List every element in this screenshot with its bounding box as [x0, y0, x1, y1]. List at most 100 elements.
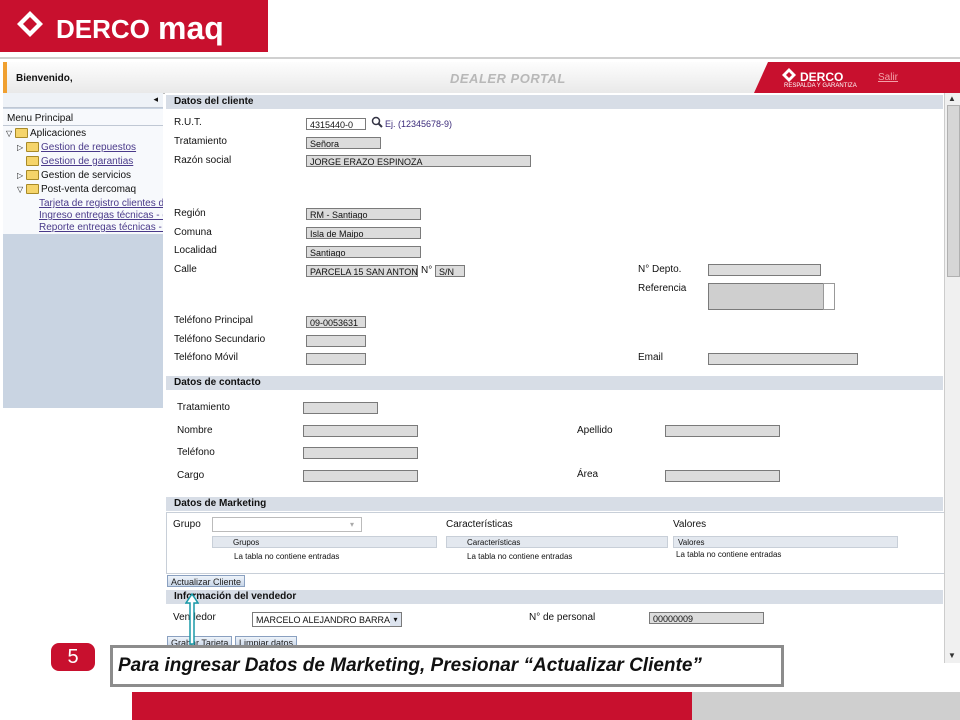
contacto-cargo-field[interactable] [303, 470, 418, 482]
logout-link[interactable]: Salir [878, 72, 898, 83]
sidebar-item-ingreso[interactable]: Ingreso entregas técnicas - d [39, 210, 163, 221]
comuna-field[interactable]: Isla de Maipo [306, 227, 421, 239]
header-accent [3, 62, 7, 93]
rut-hint: Ej. (12345678-9) [385, 119, 453, 129]
region-field[interactable]: RM - Santiago [306, 208, 421, 220]
section-info-vendedor: Información del vendedor [166, 590, 943, 604]
numero-label: N° [421, 265, 433, 276]
scroll-up-icon[interactable]: ▲ [948, 94, 956, 103]
personal-field[interactable]: 00000009 [649, 612, 764, 624]
sidebar-item-garantias[interactable]: Gestion de garantias [26, 156, 133, 167]
numero-field[interactable]: S/N [435, 265, 465, 277]
referencia-textarea[interactable] [708, 283, 824, 310]
email-field[interactable] [708, 353, 858, 365]
contacto-telefono-field[interactable] [303, 447, 418, 459]
valores-label: Valores [673, 519, 707, 530]
section-datos-marketing: Datos de Marketing [166, 497, 943, 511]
search-icon[interactable] [371, 116, 383, 128]
grid-valores-empty: La tabla no contiene entradas [676, 550, 782, 559]
dealer-logo-text: DERCO [800, 70, 844, 84]
vendedor-select[interactable]: MARCELO ALEJANDRO BARRA [252, 612, 402, 627]
grupo-label: Grupo [173, 519, 201, 530]
contacto-tratamiento-label: Tratamiento [177, 402, 230, 413]
collapsed-icon: ▷ [17, 143, 24, 152]
contacto-nombre-field[interactable] [303, 425, 418, 437]
chevron-down-icon[interactable]: ▾ [350, 520, 354, 529]
tel-movil-label: Teléfono Móvil [174, 352, 238, 363]
top-divider [0, 57, 960, 59]
arrow-up-icon [185, 593, 199, 645]
sidebar-item-tarjeta[interactable]: Tarjeta de registro clientes d [39, 198, 163, 209]
contacto-nombre-label: Nombre [177, 425, 213, 436]
localidad-label: Localidad [174, 245, 217, 256]
tel-movil-field[interactable] [306, 353, 366, 365]
contacto-area-label: Área [577, 469, 599, 480]
referencia-scrollbar[interactable] [823, 283, 835, 310]
tratamiento-label: Tratamiento [174, 136, 227, 147]
contacto-telefono-label: Teléfono [177, 447, 215, 458]
folder-icon [15, 128, 28, 139]
personal-label: N° de personal [529, 612, 596, 623]
region-label: Región [174, 208, 206, 219]
main-scrollbar[interactable]: ▲ ▼ [944, 93, 960, 663]
depto-field[interactable] [708, 264, 821, 276]
portal-title: DEALER PORTAL [450, 71, 566, 86]
comuna-label: Comuna [174, 227, 212, 238]
sidebar-item-repuestos[interactable]: ▷ Gestion de repuestos [17, 142, 136, 153]
tratamiento-field[interactable]: Señora [306, 137, 381, 149]
dercomaq-logo: DERCO maq [0, 0, 268, 52]
tel-secundario-field[interactable] [306, 335, 366, 347]
contacto-area-field[interactable] [665, 470, 780, 482]
collapse-icon[interactable]: ◂ [153, 94, 158, 105]
footer-red-bar [132, 692, 692, 720]
actualizar-cliente-button[interactable]: Actualizar Cliente [167, 575, 246, 587]
footer-gray-bar [692, 692, 960, 720]
folder-icon [26, 170, 39, 181]
callout-text: Para ingresar Datos de Marketing, Presio… [118, 655, 702, 676]
sidebar-item-servicios[interactable]: ▷ Gestion de servicios [17, 170, 131, 181]
sidebar-menu: Menu Principal ▽ Aplicaciones ▷ Gestion de… [3, 109, 163, 234]
main-form: Datos del cliente R.U.T. 4315440-0 Ej. (… [165, 93, 945, 663]
calle-field[interactable]: PARCELA 15 SAN ANTONIO [306, 265, 418, 277]
grid-grupos-empty: La tabla no contiene entradas [234, 552, 340, 561]
folder-icon [26, 156, 39, 167]
sidebar-item-aplicaciones[interactable]: ▽ Aplicaciones [6, 128, 86, 139]
razon-social-label: Razón social [174, 155, 232, 166]
folder-icon [26, 184, 39, 195]
rut-input[interactable]: 4315440-0 [306, 118, 366, 130]
step-badge: 5 [51, 643, 95, 671]
welcome-text: Bienvenido, [16, 73, 73, 84]
depto-label: N° Depto. [638, 264, 682, 275]
sidebar-title: Menu Principal [7, 113, 74, 124]
scroll-down-icon[interactable]: ▼ [948, 651, 956, 660]
logo-maq-text: maq [158, 10, 224, 46]
section-datos-contacto: Datos de contacto [166, 376, 943, 390]
localidad-field[interactable]: Santiago [306, 246, 421, 258]
grupo-select[interactable] [212, 517, 362, 532]
contacto-cargo-label: Cargo [177, 470, 205, 481]
contacto-apellido-label: Apellido [577, 425, 613, 436]
grid-caracteristicas-empty: La tabla no contiene entradas [467, 552, 573, 561]
tel-principal-field[interactable]: 09-0053631 [306, 316, 366, 328]
derco-diamond-icon [17, 11, 43, 37]
sidebar-topbar: ◂ [3, 93, 163, 108]
grid-valores-header: Valores [673, 536, 898, 548]
sidebar-item-postventa[interactable]: ▽ Post-venta dercomaq [17, 184, 136, 195]
sidebar-item-reporte[interactable]: Reporte entregas técnicas - d [39, 222, 163, 233]
razon-social-field[interactable]: JORGE ERAZO ESPINOZA [306, 155, 531, 167]
chevron-down-icon[interactable]: ▾ [390, 613, 401, 626]
folder-icon [26, 142, 39, 153]
dealer-tagline: RESPALDA Y GARANTIZA [784, 83, 857, 89]
calle-label: Calle [174, 264, 197, 275]
expanded-icon: ▽ [6, 129, 13, 138]
derco-diamond-icon [782, 68, 796, 82]
dealer-logo: DERCO RESPALDA Y GARANTIZA Salir [754, 62, 960, 93]
referencia-label: Referencia [638, 283, 687, 294]
contacto-apellido-field[interactable] [665, 425, 780, 437]
rut-label: R.U.T. [174, 117, 202, 128]
grid-caracteristicas-header: Características [446, 536, 668, 548]
scroll-thumb[interactable] [947, 105, 960, 277]
collapsed-icon: ▷ [17, 171, 24, 180]
logo-derco-text: DERCO [56, 14, 150, 44]
contacto-tratamiento-field[interactable] [303, 402, 378, 414]
